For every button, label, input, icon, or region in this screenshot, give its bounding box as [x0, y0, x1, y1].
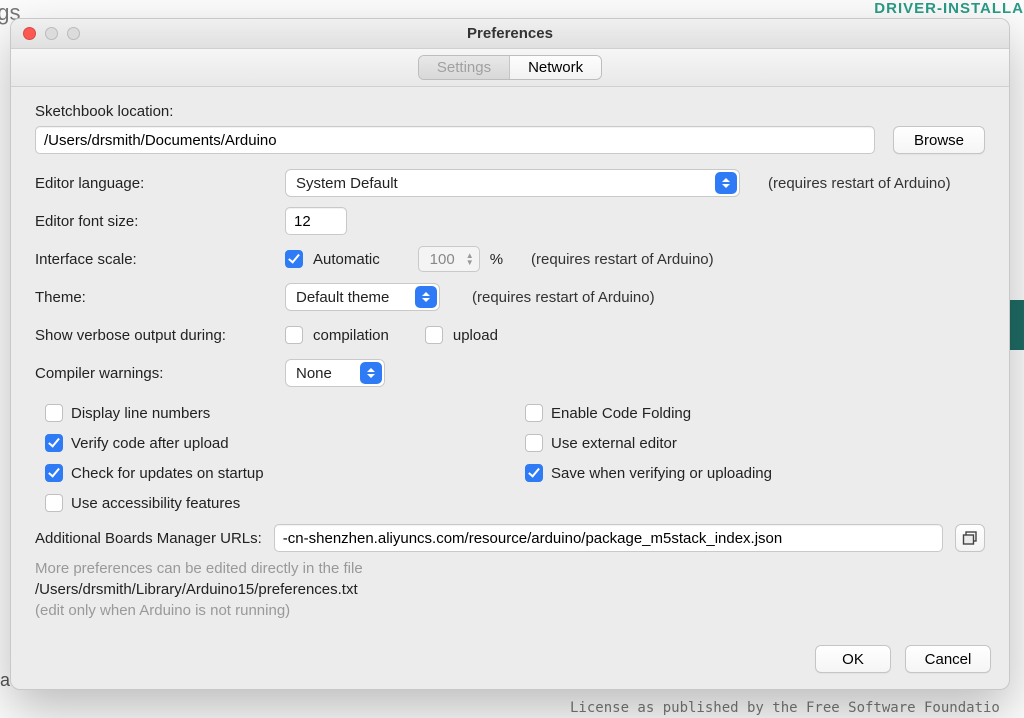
display-line-numbers-checkbox[interactable] — [45, 404, 63, 422]
tab-settings[interactable]: Settings — [419, 56, 509, 79]
sketchbook-path-input[interactable] — [35, 126, 875, 154]
verify-after-upload-label: Verify code after upload — [71, 435, 229, 452]
boards-urls-input[interactable] — [274, 524, 943, 552]
theme-select[interactable]: Default theme — [285, 283, 440, 311]
font-size-label: Editor font size: — [35, 213, 275, 230]
compiler-warnings-select[interactable]: None — [285, 359, 385, 387]
theme-restart-note: (requires restart of Arduino) — [472, 289, 655, 306]
editor-language-label: Editor language: — [35, 175, 275, 192]
accessibility-label: Use accessibility features — [71, 495, 240, 512]
ok-button[interactable]: OK — [815, 645, 891, 673]
save-when-verifying-label: Save when verifying or uploading — [551, 465, 772, 482]
window-title: Preferences — [11, 25, 1009, 42]
expand-urls-button[interactable] — [955, 524, 985, 552]
scale-value-input — [419, 247, 461, 271]
percent-label: % — [490, 251, 503, 268]
editor-language-select[interactable]: System Default — [285, 169, 740, 197]
tab-network[interactable]: Network — [509, 56, 601, 79]
stepper-arrows-icon: ▲▼ — [461, 252, 479, 266]
verbose-compilation-label: compilation — [313, 327, 389, 344]
tab-bar: Settings Network — [11, 49, 1009, 87]
bg-license-text: License as published by the Free Softwar… — [570, 700, 1024, 716]
content-area: Sketchbook location: Browse Editor langu… — [11, 87, 1009, 637]
tab-segmented-control: Settings Network — [418, 55, 602, 80]
external-editor-checkbox[interactable] — [525, 434, 543, 452]
chevron-updown-icon — [415, 286, 437, 308]
bg-accent-bar — [1009, 300, 1024, 350]
check-updates-label: Check for updates on startup — [71, 465, 264, 482]
save-when-verifying-checkbox[interactable] — [525, 464, 543, 482]
preferences-dialog: Preferences Settings Network Sketchbook … — [10, 18, 1010, 690]
display-line-numbers-label: Display line numbers — [71, 405, 210, 422]
prefs-file-path[interactable]: /Users/drsmith/Library/Arduino15/prefere… — [35, 581, 985, 598]
font-size-input[interactable] — [285, 207, 347, 235]
external-editor-label: Use external editor — [551, 435, 677, 452]
verify-after-upload-checkbox[interactable] — [45, 434, 63, 452]
code-folding-label: Enable Code Folding — [551, 405, 691, 422]
titlebar: Preferences — [11, 19, 1009, 49]
compiler-warnings-label: Compiler warnings: — [35, 365, 275, 382]
scale-restart-note: (requires restart of Arduino) — [531, 251, 714, 268]
interface-scale-label: Interface scale: — [35, 251, 275, 268]
chevron-updown-icon — [360, 362, 382, 384]
bg-fragment-right: DRIVER-INSTALLA — [874, 0, 1024, 17]
browse-button[interactable]: Browse — [893, 126, 985, 154]
automatic-scale-label: Automatic — [313, 251, 380, 268]
boards-urls-label: Additional Boards Manager URLs: — [35, 530, 262, 547]
verbose-label: Show verbose output during: — [35, 327, 275, 344]
verbose-compilation-checkbox[interactable] — [285, 326, 303, 344]
scale-stepper[interactable]: ▲▼ — [418, 246, 480, 272]
code-folding-checkbox[interactable] — [525, 404, 543, 422]
chevron-updown-icon — [715, 172, 737, 194]
verbose-upload-checkbox[interactable] — [425, 326, 443, 344]
edit-warning-note: (edit only when Arduino is not running) — [35, 602, 985, 619]
editor-language-value: System Default — [296, 175, 398, 192]
check-updates-checkbox[interactable] — [45, 464, 63, 482]
accessibility-checkbox[interactable] — [45, 494, 63, 512]
automatic-scale-checkbox[interactable] — [285, 250, 303, 268]
dialog-footer: OK Cancel — [11, 637, 1009, 689]
theme-label: Theme: — [35, 289, 275, 306]
compiler-warnings-value: None — [296, 365, 332, 382]
more-prefs-note: More preferences can be edited directly … — [35, 560, 985, 577]
cancel-button[interactable]: Cancel — [905, 645, 991, 673]
language-restart-note: (requires restart of Arduino) — [768, 175, 951, 192]
bg-fragment-a: a — [0, 670, 10, 691]
sketchbook-location-label: Sketchbook location: — [35, 103, 985, 120]
verbose-upload-label: upload — [453, 327, 498, 344]
theme-value: Default theme — [296, 289, 389, 306]
window-stack-icon — [962, 530, 978, 546]
